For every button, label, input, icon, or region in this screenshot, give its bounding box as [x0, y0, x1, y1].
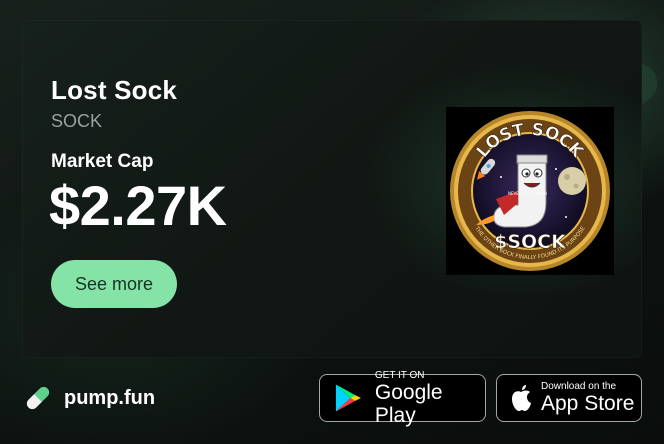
- market-cap-label: Market Cap: [51, 151, 154, 172]
- google-play-button[interactable]: GET IT ON Google Play: [319, 370, 486, 427]
- app-store-small-label: Download on the: [541, 381, 617, 392]
- token-name: Lost Sock: [51, 75, 178, 105]
- app-store-button[interactable]: Download on the App Store: [496, 374, 642, 422]
- token-ticker: SOCK: [51, 111, 103, 131]
- google-play-icon: [335, 384, 361, 412]
- token-card: Lost Sock SOCK Market Cap $2.27K See mor…: [22, 20, 642, 358]
- app-store-label: App Store: [541, 392, 635, 415]
- google-play-small-label: GET IT ON: [374, 369, 425, 381]
- pill-logo-icon: [25, 385, 51, 411]
- logo-badge-text: NEVER LOST AGAIN: [508, 191, 547, 196]
- apple-icon: [512, 385, 531, 411]
- see-more-button[interactable]: See more: [51, 260, 177, 308]
- footer-brand[interactable]: pump.fun: [22, 382, 155, 414]
- google-play-label: Google Play: [374, 380, 443, 427]
- brand-name: pump.fun: [64, 386, 156, 409]
- market-cap-value: $2.27K: [49, 174, 227, 237]
- token-logo: LOST SOCK $SOCK THE OTHER SOCK FINALLY F…: [446, 107, 614, 275]
- token-logo-image: LOST SOCK $SOCK THE OTHER SOCK FINALLY F…: [446, 107, 614, 275]
